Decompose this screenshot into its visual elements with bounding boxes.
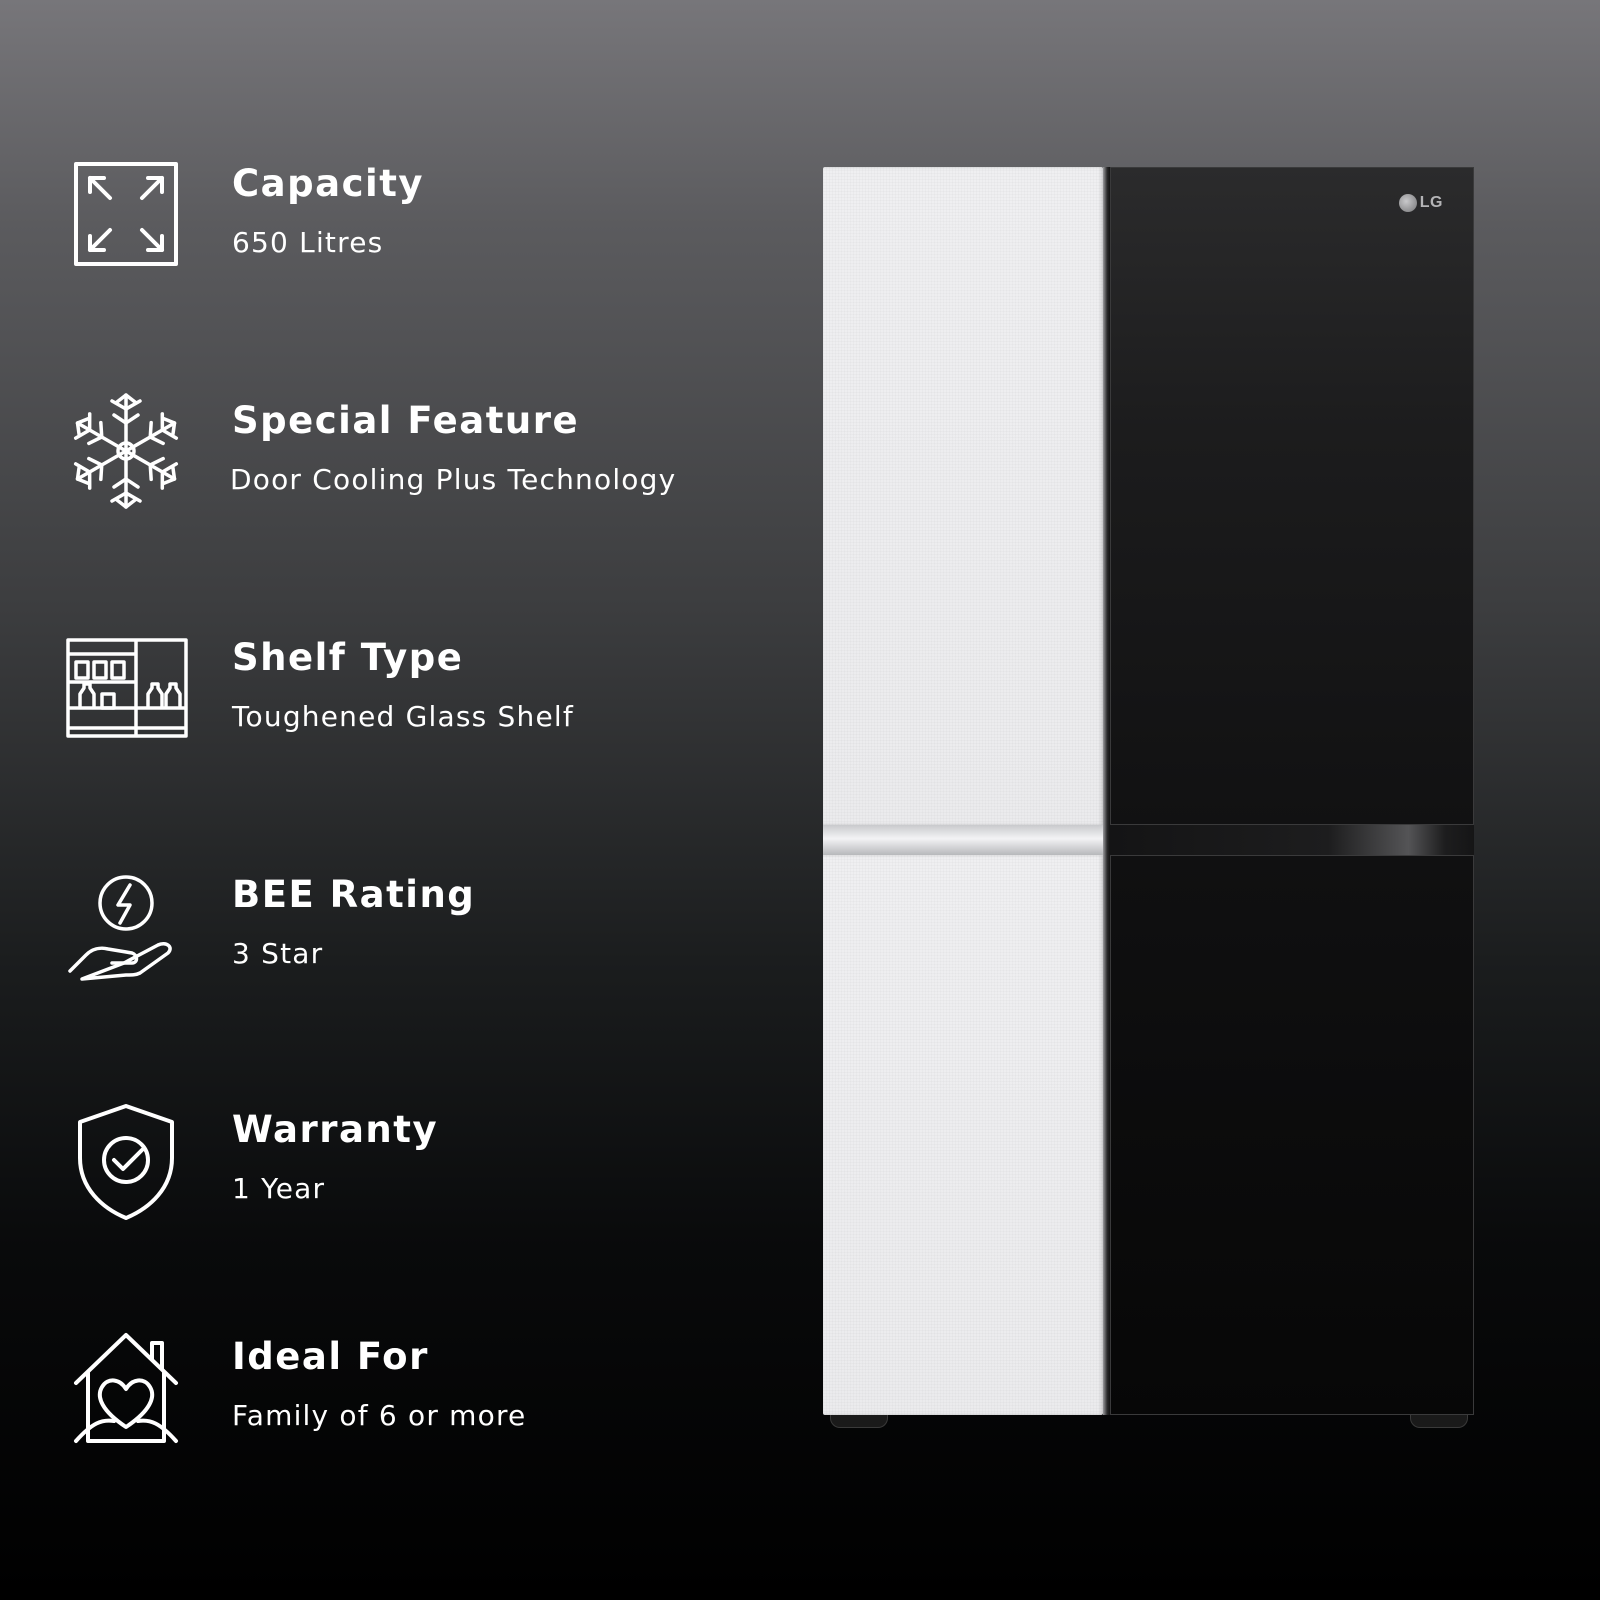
- shelves-icon: [62, 624, 192, 754]
- lg-logo-icon: [1398, 194, 1417, 212]
- feature-title: Special Feature: [232, 399, 580, 442]
- feature-value: 3 Star: [232, 937, 324, 970]
- feature-shelf: Shelf Type Toughened Glass Shelf: [0, 624, 760, 774]
- feature-title: Shelf Type: [232, 636, 464, 679]
- feature-value: Family of 6 or more: [232, 1399, 527, 1432]
- snowflake-icon: [62, 387, 192, 517]
- left-door-handle: [823, 825, 1103, 855]
- energy-hand-icon: [62, 861, 192, 991]
- feature-warranty: Warranty 1 Year: [0, 1096, 760, 1246]
- feature-value: 650 Litres: [232, 226, 384, 259]
- feature-value: Door Cooling Plus Technology: [230, 463, 677, 496]
- expand-arrows-icon: [62, 150, 192, 280]
- brand-logo: LG: [1398, 194, 1443, 212]
- refrigerator-image: LG: [820, 163, 1476, 1433]
- brand-name: LG: [1419, 194, 1443, 211]
- feature-capacity: Capacity 650 Litres: [0, 150, 760, 300]
- feature-ideal-for: Ideal For Family of 6 or more: [0, 1323, 760, 1473]
- left-lower-door: [823, 855, 1103, 1415]
- right-door-handle: [1110, 825, 1474, 855]
- feature-bee-rating: BEE Rating 3 Star: [0, 861, 760, 1011]
- feature-value: Toughened Glass Shelf: [232, 700, 574, 733]
- right-upper-door: LG: [1110, 167, 1474, 825]
- feature-title: Ideal For: [232, 1335, 429, 1378]
- feature-value: 1 Year: [232, 1172, 326, 1205]
- left-foot: [830, 1415, 888, 1428]
- door-seam: [1103, 167, 1110, 1415]
- right-foot: [1410, 1415, 1468, 1428]
- feature-title: BEE Rating: [232, 873, 476, 916]
- shield-check-icon: [62, 1096, 192, 1226]
- feature-title: Capacity: [232, 162, 424, 205]
- feature-title: Warranty: [232, 1108, 439, 1151]
- feature-special: Special Feature Door Cooling Plus Techno…: [0, 387, 760, 537]
- heart-home-icon: [62, 1323, 192, 1453]
- left-upper-door: [823, 167, 1103, 825]
- right-lower-door: [1110, 855, 1474, 1415]
